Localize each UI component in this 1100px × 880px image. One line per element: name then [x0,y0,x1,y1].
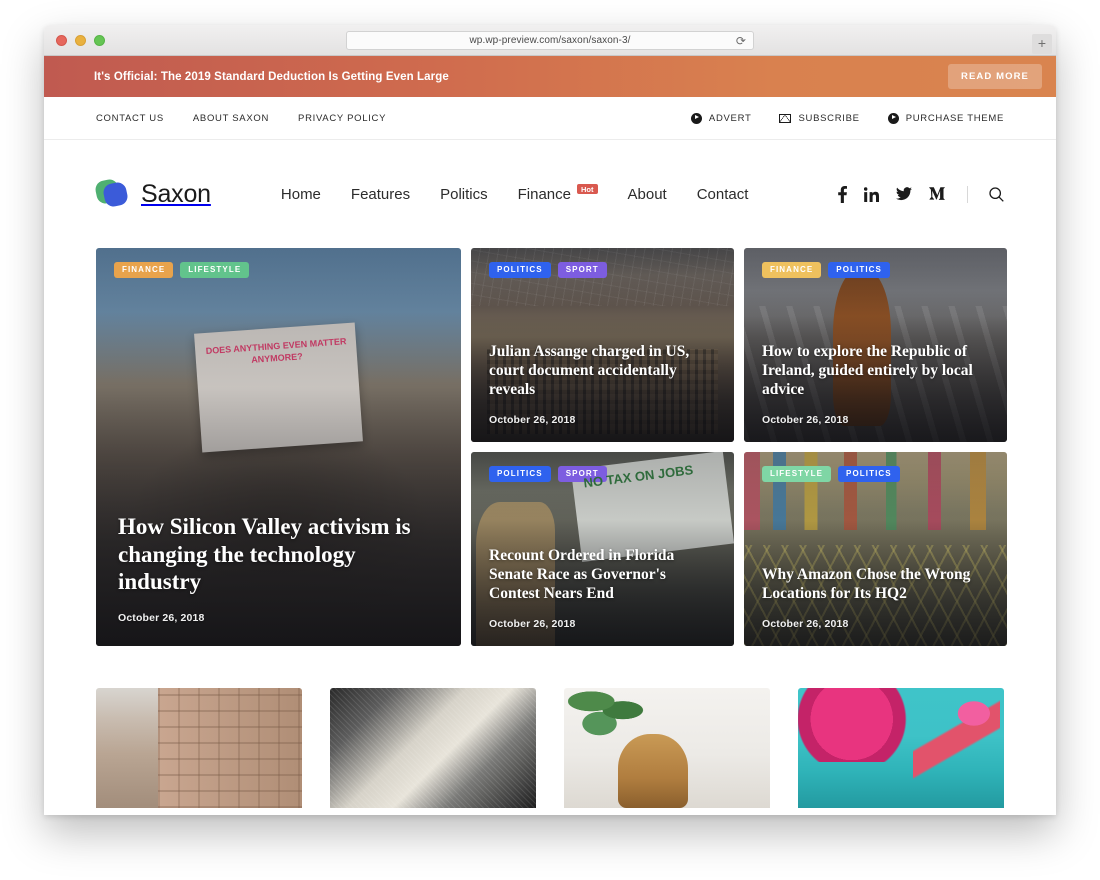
post-thumb-city[interactable] [96,688,302,808]
primary-nav: Home Features Politics Finance Hot About… [281,183,749,203]
secondary-nav-item-subscribe[interactable]: SUBSCRIBE [779,113,859,124]
card-date: October 26, 2018 [118,612,205,624]
post-thumb-flamingo[interactable] [798,688,1004,808]
browser-titlebar: wp.wp-preview.com/saxon/saxon-3/ ⟳ + [44,25,1056,56]
secondary-nav-item-advert[interactable]: ADVERT [690,112,752,124]
card-tags: FINANCE POLITICS [762,262,890,278]
card-date: October 26, 2018 [489,618,576,630]
tag-politics[interactable]: POLITICS [838,466,900,482]
header-social-links [838,185,1004,203]
nav-item-finance[interactable]: Finance Hot [517,183,598,203]
secondary-nav-right: ADVERT SUBSCRIBE PURCHASE THEME [690,112,1004,124]
tag-finance[interactable]: FINANCE [114,262,174,278]
play-circle-icon [887,112,899,124]
url-text: wp.wp-preview.com/saxon/saxon-3/ [469,34,631,46]
featured-card-julian-assange[interactable]: POLITICS SPORT Julian Assange charged in… [471,248,734,442]
secondary-nav-item-privacy-policy[interactable]: PRIVACY POLICY [298,113,386,124]
window-controls[interactable] [56,34,105,46]
linkedin-icon[interactable] [864,186,879,202]
featured-card-republic-of-ireland[interactable]: FINANCE POLITICS How to explore the Repu… [744,248,1007,442]
thumb-image-flamingo [798,688,1004,808]
tag-sport[interactable]: SPORT [557,262,607,278]
featured-articles-grid: DOES ANYTHING EVEN MATTER ANYMORE? FINAN… [44,248,1056,646]
featured-card-florida-recount[interactable]: NO TAX ON JOBS POLITICS SPORT Recount Or… [471,452,734,646]
site-header: Saxon Home Features Politics Finance Hot… [44,140,1056,248]
secondary-nav-item-about-saxon[interactable]: ABOUT SAXON [193,113,269,124]
close-window-button[interactable] [56,34,67,46]
tag-politics[interactable]: POLITICS [828,262,890,278]
nav-item-politics[interactable]: Politics [440,186,488,203]
facebook-icon[interactable] [838,185,847,203]
nav-item-home[interactable]: Home [281,186,321,203]
tag-finance[interactable]: FINANCE [762,262,822,278]
secondary-nav-item-purchase-theme[interactable]: PURCHASE THEME [887,112,1004,124]
minimize-window-button[interactable] [75,34,86,46]
browser-window: wp.wp-preview.com/saxon/saxon-3/ ⟳ + It'… [44,25,1056,815]
card-body: Julian Assange charged in US, court docu… [489,343,718,426]
card-tags: FINANCE LIFESTYLE [114,262,250,278]
post-thumb-office[interactable] [564,688,770,808]
card-title: How Silicon Valley activism is changing … [118,514,411,595]
recent-posts-strip [44,646,1056,808]
tag-lifestyle[interactable]: LIFESTYLE [762,466,832,482]
tag-politics[interactable]: POLITICS [489,262,551,278]
hot-badge: Hot [577,183,598,195]
card-title: Julian Assange charged in US, court docu… [489,343,690,399]
page-viewport: It's Official: The 2019 Standard Deducti… [44,56,1056,815]
thumb-image-office [564,688,770,808]
protest-sign-text: DOES ANYTHING EVEN MATTER ANYMORE? [204,335,347,365]
post-thumb-money[interactable] [330,688,536,808]
card-body: How Silicon Valley activism is changing … [118,513,439,624]
read-more-button[interactable]: READ MORE [948,64,1042,89]
card-body: How to explore the Republic of Ireland, … [762,343,991,426]
search-icon[interactable] [989,186,1004,202]
nav-item-about[interactable]: About [628,186,667,203]
envelope-icon [779,113,792,123]
new-tab-button[interactable]: + [1032,34,1052,54]
maximize-window-button[interactable] [94,34,105,46]
card-date: October 26, 2018 [762,618,849,630]
secondary-nav-left: CONTACT US ABOUT SAXON PRIVACY POLICY [96,113,386,124]
reload-icon[interactable]: ⟳ [736,34,746,48]
logo-mark-icon [93,177,130,210]
card-title: How to explore the Republic of Ireland, … [762,343,973,399]
featured-card-silicon-valley[interactable]: DOES ANYTHING EVEN MATTER ANYMORE? FINAN… [96,248,461,646]
secondary-nav-item-contact-us[interactable]: CONTACT US [96,113,164,124]
featured-card-amazon-hq2[interactable]: LIFESTYLE POLITICS Why Amazon Chose the … [744,452,1007,646]
thumb-image-money [330,688,536,808]
nav-item-contact[interactable]: Contact [697,186,749,203]
social-divider [967,185,968,203]
card-tags: LIFESTYLE POLITICS [762,466,900,482]
card-title: Why Amazon Chose the Wrong Locations for… [762,566,971,603]
tag-politics[interactable]: POLITICS [489,466,551,482]
tag-lifestyle[interactable]: LIFESTYLE [180,262,250,278]
site-logo[interactable]: Saxon [93,177,211,210]
purchase-theme-label: PURCHASE THEME [905,112,1004,124]
nav-item-features[interactable]: Features [351,186,410,203]
secondary-nav: CONTACT US ABOUT SAXON PRIVACY POLICY AD… [44,97,1056,140]
nav-item-finance-label: Finance [517,185,571,203]
card-date: October 26, 2018 [762,414,849,426]
card-body: Recount Ordered in Florida Senate Race a… [489,547,718,630]
promo-banner: It's Official: The 2019 Standard Deducti… [44,56,1056,97]
twitter-icon[interactable] [896,187,912,201]
rally-sign-text: NO TAX ON JOBS [582,461,694,491]
advert-label: ADVERT [708,112,752,124]
thumb-image-city [96,688,302,808]
address-bar[interactable]: wp.wp-preview.com/saxon/saxon-3/ ⟳ [346,30,754,50]
card-tags: POLITICS SPORT [489,262,607,278]
play-circle-icon [690,112,702,124]
subscribe-label: SUBSCRIBE [798,112,860,124]
medium-icon[interactable] [929,187,946,201]
card-title: Recount Ordered in Florida Senate Race a… [489,547,675,603]
card-body: Why Amazon Chose the Wrong Locations for… [762,566,991,630]
card-date: October 26, 2018 [489,414,576,426]
brand-name: Saxon [141,179,211,208]
promo-message: It's Official: The 2019 Standard Deducti… [94,70,449,83]
